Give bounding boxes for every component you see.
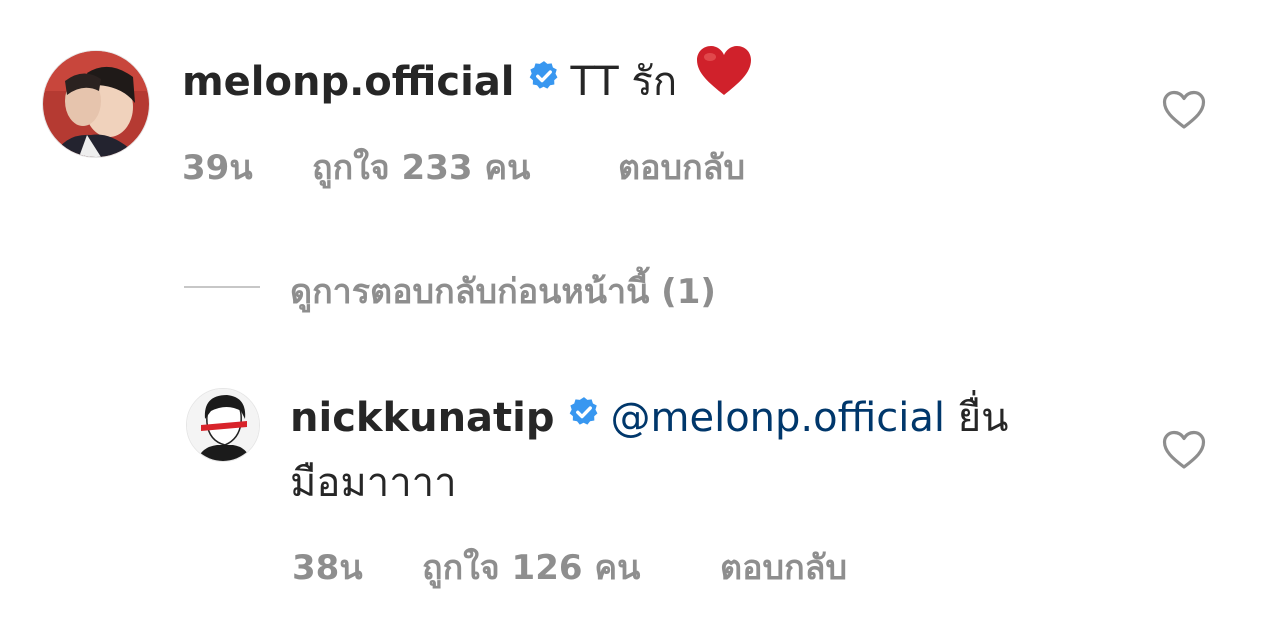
username[interactable]: melonp.official	[182, 59, 515, 105]
comment-meta: 39น ถูกใจ 233 คน ตอบกลับ	[0, 140, 1000, 188]
comment-meta: 38น ถูกใจ 126 คน ตอบกลับ	[0, 540, 1000, 588]
comment-body: nickkunatip @melonp.official ยื่น	[290, 387, 1009, 451]
comment-time[interactable]: 38น	[292, 540, 363, 594]
username[interactable]: nickkunatip	[290, 395, 555, 441]
reply-button[interactable]: ตอบกลับ	[618, 140, 745, 194]
verified-badge-icon	[527, 49, 561, 111]
likes-count[interactable]: ถูกใจ 233 คน	[312, 140, 530, 194]
verified-badge-icon	[567, 385, 601, 447]
view-replies-label[interactable]: ดูการตอบกลับก่อนหน้านี้ (1)	[290, 264, 716, 318]
heart-outline-icon	[1162, 430, 1206, 469]
comment-text: ยื่น	[957, 395, 1009, 441]
mention-link[interactable]: @melonp.official	[611, 395, 946, 441]
avatar-image	[187, 389, 259, 461]
divider	[184, 286, 260, 288]
comment-time[interactable]: 39น	[182, 140, 253, 194]
comment-body: melonp.official TT รัก	[182, 46, 753, 119]
red-heart-emoji-icon	[695, 45, 753, 115]
like-button[interactable]	[1162, 90, 1206, 134]
comment-text-continued: มือมาาาา	[290, 460, 457, 506]
reply-button[interactable]: ตอบกลับ	[720, 540, 847, 594]
comment: melonp.official TT รัก 39น ถูกใจ 233 คน ต…	[0, 0, 1280, 200]
likes-count[interactable]: ถูกใจ 126 คน	[422, 540, 640, 594]
heart-outline-icon	[1162, 90, 1206, 129]
reply-comment: nickkunatip @melonp.official ยื่น มือมาาา…	[0, 370, 1280, 610]
avatar[interactable]	[186, 388, 260, 462]
comment-text: TT รัก	[570, 59, 678, 105]
like-button[interactable]	[1162, 430, 1206, 474]
